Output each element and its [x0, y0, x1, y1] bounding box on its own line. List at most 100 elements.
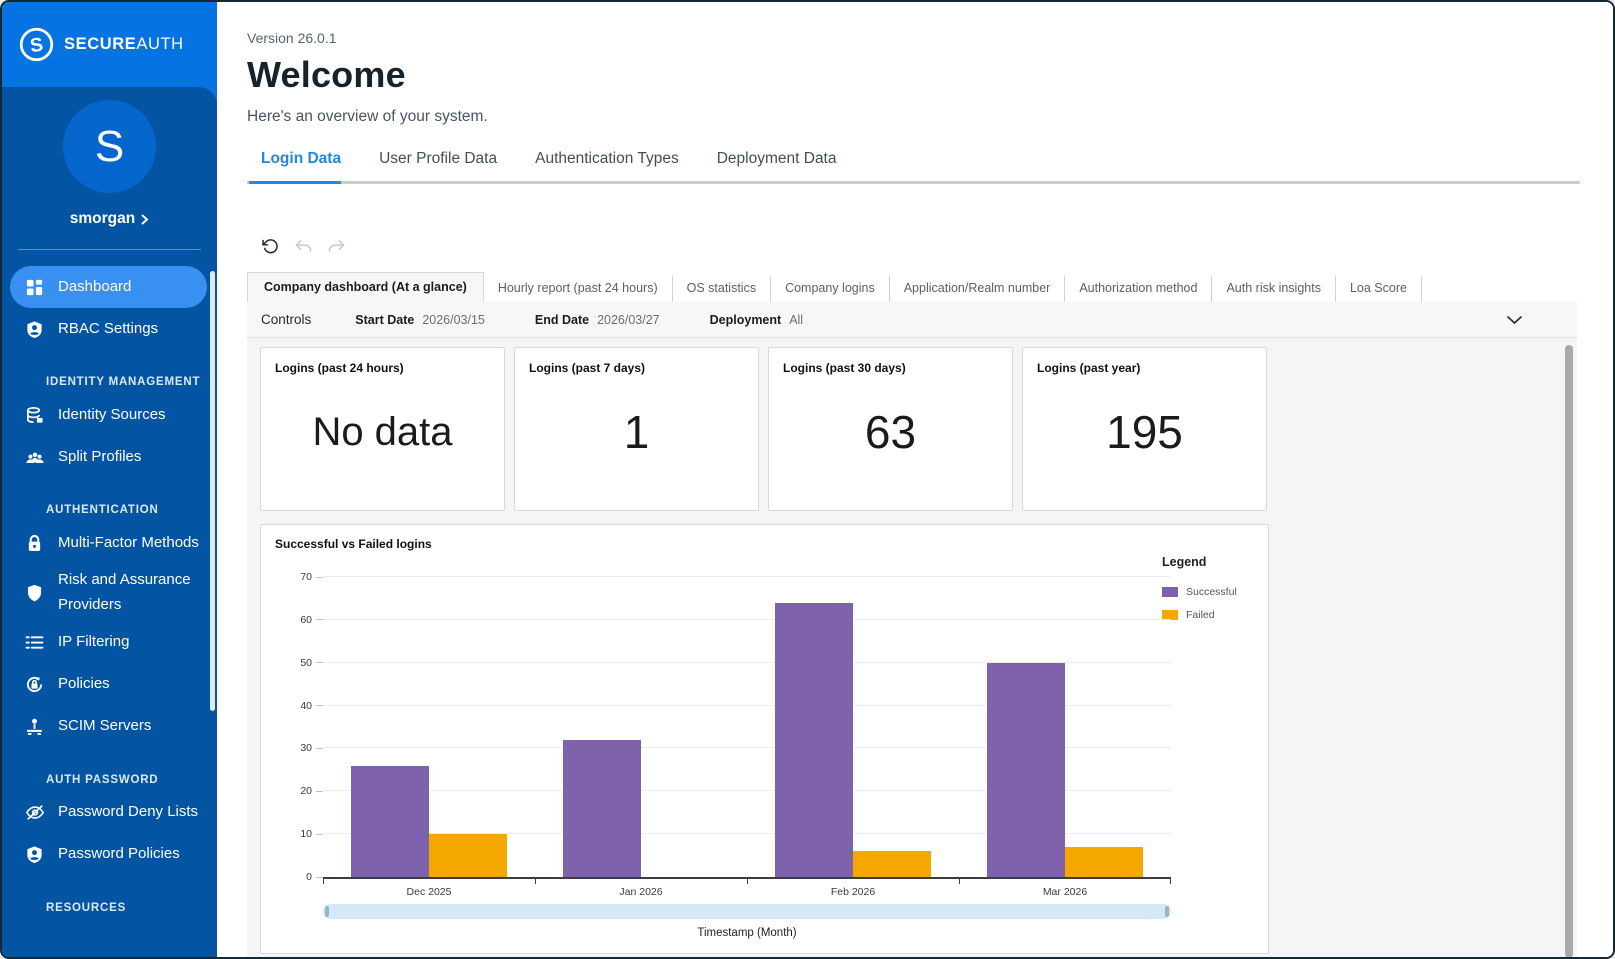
stat-card-title: Logins (past 24 hours)	[275, 361, 490, 375]
plot	[323, 577, 1171, 877]
stat-card-value: No data	[275, 375, 490, 497]
redo-icon	[328, 239, 345, 254]
y-tick-10: 10	[300, 828, 323, 840]
avatar[interactable]: S	[63, 100, 156, 193]
subtab-company-dashboard[interactable]: Company dashboard (At a glance)	[247, 272, 484, 302]
sidebar-item-label: Multi-Factor Methods	[58, 531, 199, 556]
bar-failed-feb-2026	[853, 851, 931, 877]
chart-legend: Legend SuccessfulFailed	[1162, 555, 1246, 621]
stat-card-logins-30d: Logins (past 30 days) 63	[768, 347, 1013, 511]
tab-deployment-data[interactable]: Deployment Data	[717, 150, 837, 168]
panel-vertical-scrollbar[interactable]	[1565, 345, 1573, 957]
user-badge-icon	[24, 320, 45, 339]
x-axis-labels: Dec 2025Jan 2026Feb 2026Mar 2026	[323, 886, 1171, 898]
start-date-label: Start Date	[355, 313, 414, 327]
dashboard-panel: Logins (past 24 hours) No data Logins (p…	[247, 338, 1577, 957]
end-date-value[interactable]: 2026/03/27	[597, 313, 660, 327]
x-tick-label: Feb 2026	[747, 886, 959, 898]
bar-successful-mar-2026	[987, 663, 1065, 877]
x-tick-label: Mar 2026	[959, 886, 1171, 898]
chevron-down-icon	[1506, 315, 1523, 325]
people-group-icon	[24, 448, 45, 467]
list-icon	[24, 635, 45, 650]
legend-item-successful[interactable]: Successful	[1162, 586, 1246, 598]
sidebar-section-resources: RESOURCES	[2, 902, 217, 914]
shield-icon	[24, 584, 45, 602]
bar-successful-feb-2026	[775, 603, 853, 877]
redo-button[interactable]	[326, 236, 346, 256]
sidebar-item-label: Split Profiles	[58, 445, 141, 470]
deployment-label: Deployment	[710, 313, 782, 327]
y-tick-30: 30	[300, 742, 323, 754]
deployment-value[interactable]: All	[789, 313, 803, 327]
sidebar-item-password-deny-lists[interactable]: Password Deny Lists	[2, 792, 217, 834]
stat-card-logins-7d: Logins (past 7 days) 1	[514, 347, 759, 511]
chart-horizontal-scrollbar[interactable]	[323, 904, 1171, 919]
bar-group-feb-2026	[747, 577, 959, 877]
brand-name: SECUREAUTH	[64, 35, 184, 54]
sidebar-item-policies[interactable]: Policies	[2, 664, 217, 706]
x-tick-label: Dec 2025	[323, 886, 535, 898]
subtab-company-logins[interactable]: Company logins	[771, 276, 890, 302]
sidebar-item-identity-sources[interactable]: Identity Sources	[2, 394, 217, 436]
sidebar-item-dashboard[interactable]: Dashboard	[10, 266, 207, 308]
dashboard-icon	[24, 278, 45, 297]
user-menu[interactable]: smorgan	[70, 210, 149, 228]
stat-card-logins-year: Logins (past year) 195	[1022, 347, 1267, 511]
undo-button[interactable]	[293, 236, 313, 256]
sidebar-item-risk-assurance-providers[interactable]: Risk and Assurance Providers	[2, 564, 217, 622]
sidebar-item-ip-filtering[interactable]: IP Filtering	[2, 622, 217, 664]
tab-authentication-types[interactable]: Authentication Types	[535, 150, 679, 168]
y-tick-20: 20	[300, 785, 323, 797]
tab-login-data[interactable]: Login Data	[261, 150, 341, 168]
page-title: Welcome	[247, 54, 1580, 96]
legend-item-failed[interactable]: Failed	[1162, 609, 1246, 621]
plot-area: 010203040506070	[275, 577, 1254, 877]
y-tick-50: 50	[300, 657, 323, 669]
sidebar-item-scim-servers[interactable]: SCIM Servers	[2, 706, 217, 748]
sidebar-item-label: RBAC Settings	[58, 317, 158, 342]
sidebar-item-label: Dashboard	[58, 275, 131, 300]
x-tick-label: Jan 2026	[535, 886, 747, 898]
legend-label: Successful	[1186, 586, 1237, 598]
controls-collapse-button[interactable]	[1506, 315, 1523, 325]
main-content: Version 26.0.1 Welcome Here's an overvie…	[217, 2, 1613, 957]
subtab-os-statistics[interactable]: OS statistics	[673, 276, 771, 302]
sidebar-nav: Dashboard RBAC Settings IDENTITY MANAGEM…	[2, 250, 217, 914]
tab-user-profile-data[interactable]: User Profile Data	[379, 150, 497, 168]
eye-off-icon	[24, 804, 45, 821]
sidebar: S SECUREAUTH S smorgan Dashboard	[2, 2, 217, 957]
end-date-label: End Date	[535, 313, 589, 327]
chart-title: Successful vs Failed logins	[275, 537, 1254, 551]
stat-card-value: 63	[783, 375, 998, 497]
bar-group-jan-2026	[535, 577, 747, 877]
sidebar-item-label: Password Policies	[58, 842, 180, 867]
bar-group-dec-2025	[323, 577, 535, 877]
reset-button[interactable]	[260, 236, 280, 256]
sidebar-scrollbar[interactable]	[210, 271, 215, 711]
subtab-loa-score[interactable]: Loa Score	[1336, 276, 1422, 302]
sidebar-item-multi-factor-methods[interactable]: Multi-Factor Methods	[2, 522, 217, 564]
legend-label: Failed	[1186, 609, 1215, 621]
subtab-authorization-method[interactable]: Authorization method	[1065, 276, 1212, 302]
sidebar-item-password-policies[interactable]: Password Policies	[2, 834, 217, 876]
controls-bar: Controls Start Date 2026/03/15 End Date …	[247, 302, 1577, 338]
sidebar-item-rbac-settings[interactable]: RBAC Settings	[2, 308, 217, 350]
subtab-hourly-report[interactable]: Hourly report (past 24 hours)	[484, 276, 673, 302]
subtab-auth-risk-insights[interactable]: Auth risk insights	[1212, 276, 1335, 302]
sidebar-item-split-profiles[interactable]: Split Profiles	[2, 436, 217, 478]
sidebar-header: S SECUREAUTH	[2, 2, 217, 87]
stat-card-title: Logins (past 30 days)	[783, 361, 998, 375]
stat-card-title: Logins (past year)	[1037, 361, 1252, 375]
start-date-value[interactable]: 2026/03/15	[422, 313, 485, 327]
bar-failed-dec-2025	[429, 834, 507, 877]
user-shield-icon	[24, 845, 45, 864]
policy-rotate-lock-icon	[24, 675, 45, 694]
chart-card: Successful vs Failed logins Legend Succe…	[260, 524, 1269, 954]
stat-card-title: Logins (past 7 days)	[529, 361, 744, 375]
page-subtitle: Here's an overview of your system.	[247, 108, 1580, 126]
y-tick-60: 60	[300, 614, 323, 626]
x-axis	[323, 877, 1171, 884]
subtab-application-realm-number[interactable]: Application/Realm number	[890, 276, 1066, 302]
version-label: Version 26.0.1	[247, 30, 1580, 46]
